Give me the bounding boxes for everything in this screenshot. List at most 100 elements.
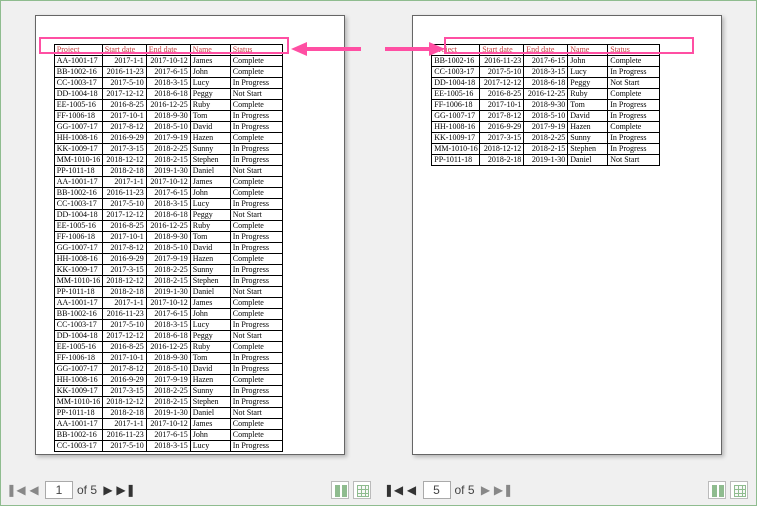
table-cell: Lucy (568, 67, 608, 78)
table-cell: EE-1005-16 (54, 342, 102, 353)
table-cell: 2018-2-15 (524, 144, 568, 155)
table-row: PP-1011-182018-2-182019-1-30DanielNot St… (54, 166, 282, 177)
table-row: PP-1011-182018-2-182019-1-30DanielNot St… (432, 155, 660, 166)
table-cell: Daniel (190, 408, 230, 419)
table-cell: 2018-9-30 (146, 353, 190, 364)
table-cell: GG-1007-17 (54, 122, 102, 133)
table-cell: 2019-1-30 (524, 155, 568, 166)
table-cell: David (190, 364, 230, 375)
prev-page-button[interactable]: ◀ (27, 481, 41, 499)
page-input[interactable]: 1 (45, 481, 73, 499)
table-row: PP-1011-182018-2-182019-1-30DanielNot St… (54, 287, 282, 298)
next-page-button[interactable]: ▶ (101, 481, 115, 499)
table-cell: In Progress (608, 100, 660, 111)
table-cell: PP-1011-18 (54, 287, 102, 298)
table-cell: 2018-5-10 (146, 122, 190, 133)
table-cell: 2017-3-15 (102, 265, 146, 276)
table-cell: Complete (608, 89, 660, 100)
table-cell: Daniel (190, 166, 230, 177)
table-cell: BB-1002-16 (54, 430, 102, 441)
table-cell: Complete (230, 375, 282, 386)
table-cell: 2017-1-1 (102, 177, 146, 188)
table-cell: 2018-2-15 (146, 276, 190, 287)
table-cell: DD-1004-18 (432, 78, 480, 89)
table-cell: 2018-3-15 (146, 441, 190, 452)
table-row: AA-1001-172017-1-12017-10-12JamesComplet… (54, 56, 282, 67)
table-cell: Complete (230, 419, 282, 430)
table-cell: KK-1009-17 (432, 133, 480, 144)
table-cell: FF-1006-18 (54, 232, 102, 243)
table-cell: Not Start (230, 166, 282, 177)
table-cell: EE-1005-16 (54, 221, 102, 232)
table-cell: Complete (230, 309, 282, 320)
last-page-button[interactable]: ▶❚ (497, 481, 511, 499)
table-cell: James (190, 298, 230, 309)
table-cell: 2018-2-25 (146, 144, 190, 155)
table-cell: Stephen (568, 144, 608, 155)
table-page-1: Project Start date End date Name Status … (54, 44, 283, 452)
table-cell: Sunny (568, 133, 608, 144)
table-cell: David (568, 111, 608, 122)
table-cell: AA-1001-17 (54, 419, 102, 430)
table-row: FF-1006-182017-10-12018-9-30TomIn Progre… (54, 232, 282, 243)
table-cell: In Progress (608, 67, 660, 78)
table-cell: Complete (230, 177, 282, 188)
table-cell: 2017-3-15 (480, 133, 524, 144)
table-cell: 2016-11-23 (480, 56, 524, 67)
table-cell: 2017-9-19 (146, 133, 190, 144)
table-cell: DD-1004-18 (54, 331, 102, 342)
page-input[interactable]: 5 (423, 481, 451, 499)
table-row: DD-1004-182017-12-122018-6-18PeggyNot St… (432, 78, 660, 89)
page-total: of 5 (455, 483, 475, 497)
table-cell: 2018-3-15 (146, 199, 190, 210)
table-cell: 2017-9-19 (524, 122, 568, 133)
table-cell: 2017-10-1 (480, 100, 524, 111)
table-cell: Daniel (568, 155, 608, 166)
table-row: KK-1009-172017-3-152018-2-25SunnyIn Prog… (54, 265, 282, 276)
table-row: EE-1005-162016-8-252016-12-25RubyComplet… (54, 100, 282, 111)
table-cell: In Progress (230, 78, 282, 89)
table-cell: CC-1003-17 (54, 78, 102, 89)
table-cell: 2017-8-12 (102, 364, 146, 375)
table-cell: FF-1006-18 (54, 353, 102, 364)
table-row: DD-1004-182017-12-122018-6-18PeggyNot St… (54, 89, 282, 100)
table-cell: BB-1002-16 (54, 67, 102, 78)
table-cell: 2018-5-10 (146, 364, 190, 375)
prev-page-button[interactable]: ◀ (405, 481, 419, 499)
table-row: EE-1005-162016-8-252016-12-25RubyComplet… (54, 221, 282, 232)
table-cell: James (190, 56, 230, 67)
first-page-button[interactable]: ❚◀ (387, 481, 401, 499)
table-cell: 2018-5-10 (524, 111, 568, 122)
table-cell: 2018-6-18 (524, 78, 568, 89)
table-cell: 2017-9-19 (146, 254, 190, 265)
table-cell: AA-1001-17 (54, 56, 102, 67)
table-cell: In Progress (230, 199, 282, 210)
table-cell: In Progress (230, 276, 282, 287)
table-cell: 2018-9-30 (146, 232, 190, 243)
table-cell: James (190, 419, 230, 430)
table-cell: 2019-1-30 (146, 166, 190, 177)
multi-page-view-button[interactable] (708, 481, 726, 499)
header-end: End date (524, 45, 568, 56)
page-margins-button[interactable] (730, 481, 748, 499)
table-row: PP-1011-182018-2-182019-1-30DanielNot St… (54, 408, 282, 419)
last-page-button[interactable]: ▶❚ (119, 481, 133, 499)
table-cell: 2018-6-18 (146, 210, 190, 221)
multi-page-view-button[interactable] (331, 481, 349, 499)
table-cell: 2017-6-15 (146, 67, 190, 78)
table-cell: 2018-12-12 (102, 397, 146, 408)
page-margins-button[interactable] (353, 481, 371, 499)
table-cell: 2018-5-10 (146, 243, 190, 254)
table-cell: 2017-10-12 (146, 177, 190, 188)
table-cell: 2018-12-12 (102, 276, 146, 287)
table-row: KK-1009-172017-3-152018-2-25SunnyIn Prog… (54, 144, 282, 155)
next-page-button[interactable]: ▶ (479, 481, 493, 499)
table-cell: 2018-9-30 (524, 100, 568, 111)
table-row: HH-1008-162016-9-292017-9-19HazenComplet… (54, 133, 282, 144)
table-cell: In Progress (230, 144, 282, 155)
first-page-button[interactable]: ❚◀ (9, 481, 23, 499)
table-cell: KK-1009-17 (54, 144, 102, 155)
table-cell: AA-1001-17 (54, 298, 102, 309)
table-cell: 2018-3-15 (524, 67, 568, 78)
table-cell: Complete (230, 221, 282, 232)
